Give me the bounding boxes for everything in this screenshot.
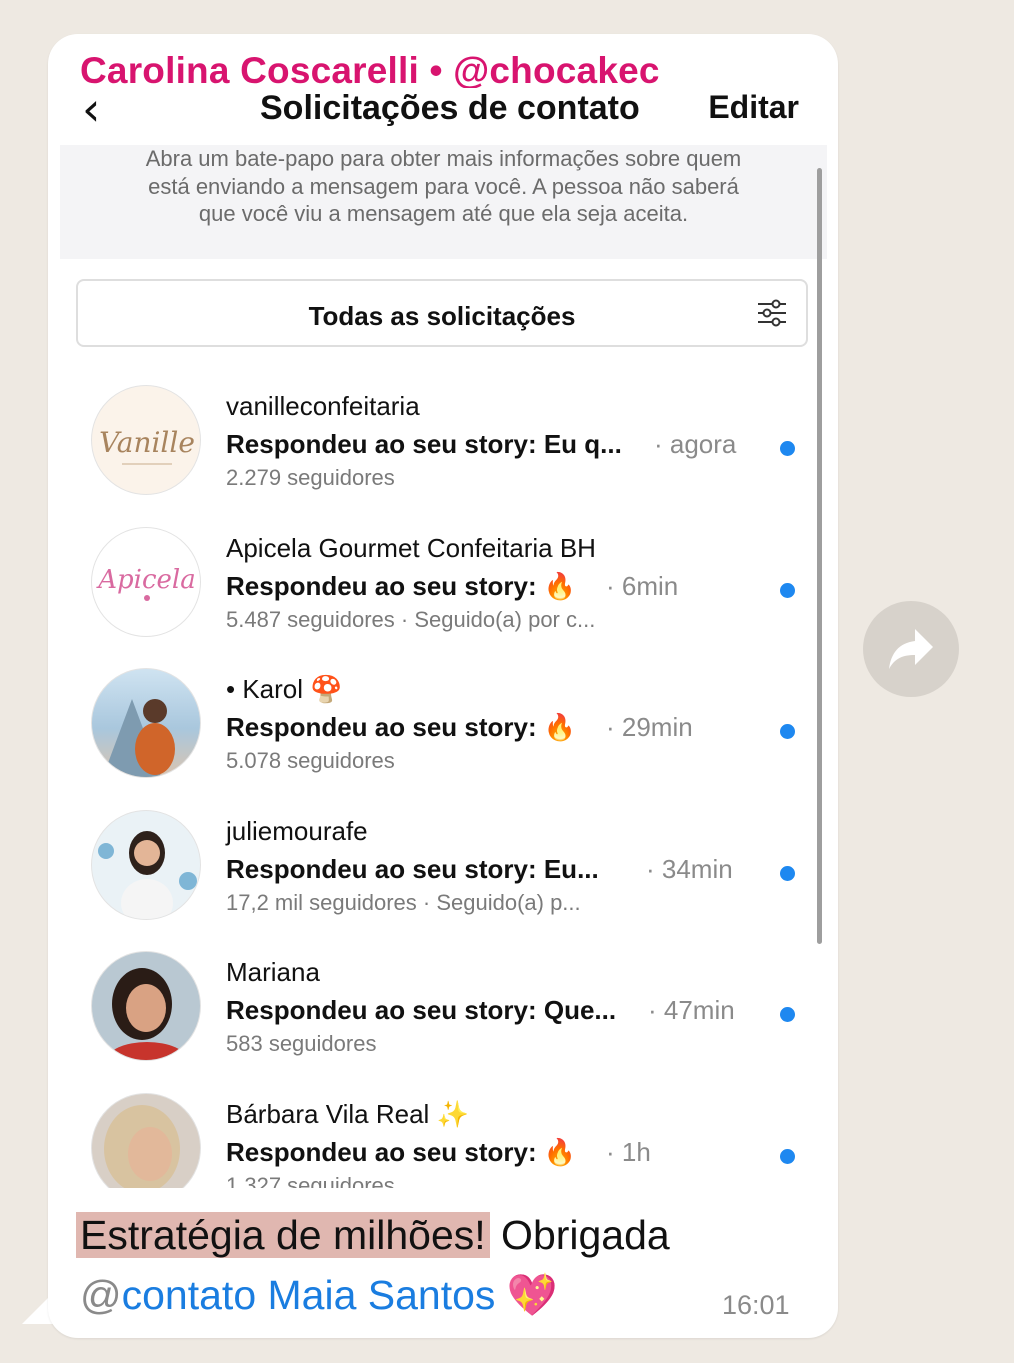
request-message: Respondeu ao seu story: 🔥 <box>226 571 577 601</box>
sender-name[interactable]: Carolina Coscarelli • @chocakec <box>80 50 660 92</box>
request-followers: 5.487 seguidores · Seguido(a) por c... <box>226 607 596 632</box>
request-message: Respondeu ao seu story: Eu q... <box>226 429 622 459</box>
request-row: Mariana Respondeu ao seu story: Que... ·… <box>60 941 810 1081</box>
request-time: · 1h <box>606 1137 651 1167</box>
unread-dot <box>780 1007 795 1022</box>
request-row: Vanille vanilleconfeitaria Respondeu ao … <box>60 375 810 515</box>
avatar-logo-text: Vanille <box>99 426 195 459</box>
caption-text: Obrigada <box>489 1212 670 1258</box>
avatar: Vanille <box>91 385 201 495</box>
request-message: Respondeu ao seu story: 🔥 <box>226 1137 577 1167</box>
unread-dot <box>780 1149 795 1164</box>
request-row: • Karol 🍄 Respondeu ao seu story: 🔥 · 29… <box>60 658 810 798</box>
request-time: · 34min <box>646 854 733 884</box>
message-time: 16:01 <box>722 1290 790 1320</box>
request-row: juliemourafe Respondeu ao seu story: Eu.… <box>60 800 810 940</box>
request-message: Respondeu ao seu story: 🔥 <box>226 712 577 742</box>
avatar <box>91 951 201 1061</box>
caption-highlight: Estratégia de milhões! <box>76 1212 490 1258</box>
avatar: Apicela <box>91 527 201 637</box>
forward-button[interactable] <box>863 601 959 697</box>
filter-label: Todas as solicitações <box>308 301 576 331</box>
avatar-logo-text: Apicela <box>96 565 196 595</box>
request-message: Respondeu ao seu story: Eu... <box>226 854 599 884</box>
request-time: · agora <box>654 429 737 459</box>
request-followers: 5.078 seguidores <box>226 748 395 773</box>
request-time: · 29min <box>606 712 693 742</box>
request-name: Bárbara Vila Real ✨ <box>226 1099 469 1130</box>
request-followers: 583 seguidores <box>226 1031 377 1056</box>
request-name: juliemourafe <box>226 816 368 846</box>
request-row: Bárbara Vila Real ✨ Respondeu ao seu sto… <box>60 1083 810 1188</box>
avatar <box>91 810 201 920</box>
requests-filter: Todas as solicitações <box>76 279 808 347</box>
info-banner: Abra um bate-papo para obter mais inform… <box>60 145 827 259</box>
sliders-icon <box>758 299 786 327</box>
request-name: • Karol 🍄 <box>226 674 343 705</box>
scrollbar <box>817 168 822 944</box>
sparkling-heart-icon: 💖 <box>506 1271 558 1319</box>
avatar <box>91 1093 201 1188</box>
info-line: Abra um bate-papo para obter mais inform… <box>145 146 742 171</box>
unread-dot <box>780 724 795 739</box>
screenshot-title: Solicitações de contato <box>260 89 640 127</box>
info-line: que você viu a mensagem até que ela seja… <box>198 201 689 226</box>
request-name: vanilleconfeitaria <box>226 391 420 421</box>
unread-dot <box>780 441 795 456</box>
chevron-left-icon: ‹ <box>82 88 101 136</box>
request-message: Respondeu ao seu story: Que... <box>226 995 617 1025</box>
mention-at: @ <box>80 1272 122 1318</box>
forward-arrow-icon <box>889 629 933 669</box>
edit-label: Editar <box>708 89 799 125</box>
screenshot-header: ‹ Solicitações de contato Editar <box>60 88 827 145</box>
request-name: Mariana <box>226 957 320 987</box>
request-followers: 2.279 seguidores <box>226 465 395 490</box>
request-time: · 47min <box>648 995 735 1025</box>
request-time: · 6min <box>606 571 679 601</box>
unread-dot <box>780 866 795 881</box>
info-line: está enviando a mensagem para você. A pe… <box>148 173 739 199</box>
message-caption: Estratégia de milhões! Obrigada @contato… <box>76 1205 670 1325</box>
avatar <box>91 668 201 778</box>
attached-screenshot[interactable]: ‹ Solicitações de contato Editar Abra um… <box>60 88 827 1188</box>
request-followers: 17,2 mil seguidores · Seguido(a) p... <box>226 890 581 915</box>
request-followers: 1.327 seguidores <box>226 1173 395 1188</box>
unread-dot <box>780 583 795 598</box>
request-name: Apicela Gourmet Confeitaria BH <box>226 533 596 563</box>
request-row: Apicela Apicela Gourmet Confeitaria BH R… <box>60 517 810 657</box>
mention-link[interactable]: contato Maia Santos <box>122 1272 496 1318</box>
